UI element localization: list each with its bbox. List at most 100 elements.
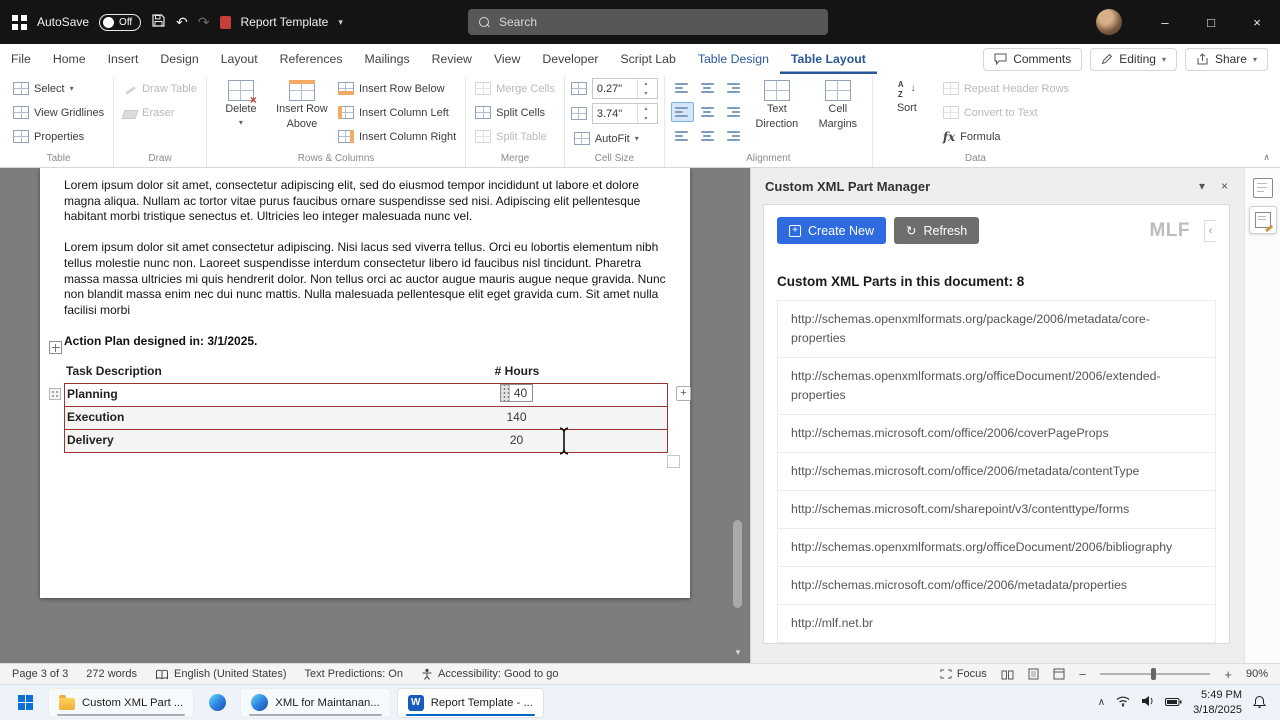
- document-title[interactable]: Report Template: [241, 15, 329, 29]
- tray-clock[interactable]: 5:49 PM 3/18/2025: [1193, 688, 1242, 717]
- tab-table-layout[interactable]: Table Layout: [780, 44, 877, 74]
- tab-insert[interactable]: Insert: [97, 44, 150, 74]
- zoom-in-button[interactable]: +: [1224, 668, 1232, 681]
- column-width-spinner[interactable]: ▴▾: [591, 103, 658, 124]
- align-top-center-button[interactable]: [696, 79, 719, 99]
- battery-icon[interactable]: [1165, 696, 1182, 710]
- paragraph-1[interactable]: Lorem ipsum dolor sit amet, consectetur …: [64, 178, 668, 225]
- content-control-handle-icon[interactable]: [500, 385, 510, 402]
- comments-button[interactable]: Comments: [983, 47, 1083, 71]
- editing-mode-button[interactable]: Editing ▾: [1090, 47, 1177, 71]
- tab-view[interactable]: View: [483, 44, 531, 74]
- header-task-description[interactable]: Task Description: [64, 364, 366, 380]
- action-plan-heading[interactable]: Action Plan designed in: 3/1/2025.: [64, 334, 668, 350]
- insert-row-above-button[interactable]: Insert Row Above: [274, 77, 330, 131]
- proofing-language[interactable]: English (United States): [155, 668, 287, 680]
- xml-part-item[interactable]: http://schemas.microsoft.com/office/2006…: [777, 452, 1216, 492]
- xml-part-item[interactable]: http://schemas.openxmlformats.org/packag…: [777, 300, 1216, 359]
- cell-margins-button[interactable]: Cell Margins: [810, 77, 866, 131]
- delete-button[interactable]: Delete▾: [213, 77, 269, 128]
- wifi-icon[interactable]: [1116, 695, 1130, 710]
- merge-cells-button[interactable]: Merge Cells: [472, 77, 558, 100]
- taskbar-item-custom-xml[interactable]: Custom XML Part ...: [48, 687, 195, 718]
- tab-developer[interactable]: Developer: [531, 44, 609, 74]
- notifications-icon[interactable]: [1253, 695, 1266, 711]
- row-drag-handle[interactable]: [49, 388, 61, 401]
- align-bottom-center-button[interactable]: [696, 125, 719, 145]
- split-cells-button[interactable]: Split Cells: [472, 101, 558, 124]
- column-width-input[interactable]: [592, 107, 637, 120]
- text-direction-button[interactable]: Text Direction: [749, 77, 805, 131]
- accessibility-status[interactable]: Accessibility: Good to go: [421, 668, 558, 680]
- document-canvas[interactable]: Lorem ipsum dolor sit amet, consectetur …: [0, 168, 750, 663]
- create-new-button[interactable]: + Create New: [777, 217, 886, 244]
- panel-close-icon[interactable]: ×: [1221, 179, 1228, 193]
- document-page[interactable]: Lorem ipsum dolor sit amet, consectetur …: [40, 168, 691, 598]
- tab-home[interactable]: Home: [42, 44, 97, 74]
- zoom-out-button[interactable]: −: [1079, 668, 1087, 681]
- scroll-down-icon[interactable]: ▾: [731, 645, 745, 659]
- tab-review[interactable]: Review: [421, 44, 483, 74]
- volume-icon[interactable]: [1141, 695, 1154, 710]
- insert-column-right-button[interactable]: Insert Column Right: [335, 125, 459, 148]
- panel-collapse-icon[interactable]: ‹: [1204, 219, 1216, 242]
- xml-part-item[interactable]: http://schemas.microsoft.com/sharepoint/…: [777, 490, 1216, 530]
- view-gridlines-button[interactable]: View Gridlines: [10, 101, 107, 124]
- web-layout-button[interactable]: [1053, 668, 1065, 680]
- xml-part-item[interactable]: http://schemas.microsoft.com/office/2006…: [777, 414, 1216, 454]
- align-center-button[interactable]: [696, 102, 719, 122]
- taskbar-edge-pinned[interactable]: [200, 688, 234, 718]
- header-hours[interactable]: # Hours: [366, 364, 668, 380]
- select-button[interactable]: Select ▾: [10, 77, 107, 100]
- zoom-slider-thumb[interactable]: [1150, 668, 1156, 680]
- maximize-button[interactable]: □: [1188, 0, 1234, 44]
- eraser-button[interactable]: Eraser: [120, 101, 200, 124]
- word-count[interactable]: 272 words: [86, 668, 137, 680]
- convert-to-text-button[interactable]: Convert to Text: [940, 101, 1072, 124]
- text-predictions[interactable]: Text Predictions: On: [305, 668, 403, 680]
- autosave-toggle[interactable]: Off: [99, 13, 142, 31]
- table-header-row[interactable]: Task Description # Hours: [64, 359, 668, 384]
- editor-pane-tab-button[interactable]: [1248, 206, 1277, 234]
- autofit-button[interactable]: AutoFit ▾: [571, 127, 658, 150]
- tab-design[interactable]: Design: [149, 44, 209, 74]
- hours-content-control[interactable]: 40: [499, 384, 534, 403]
- read-mode-button[interactable]: [1001, 669, 1014, 680]
- xml-part-item[interactable]: http://schemas.openxmlformats.org/office…: [777, 528, 1216, 568]
- split-table-button[interactable]: Split Table: [472, 125, 558, 148]
- properties-button[interactable]: Properties: [10, 125, 107, 148]
- tab-script-lab[interactable]: Script Lab: [609, 44, 686, 74]
- undo-icon[interactable]: ↶: [176, 15, 188, 29]
- tray-overflow-icon[interactable]: ∧: [1098, 697, 1105, 708]
- insert-row-below-button[interactable]: Insert Row Below: [335, 77, 459, 100]
- insert-column-left-button[interactable]: Insert Column Left: [335, 101, 459, 124]
- zoom-level[interactable]: 90%: [1246, 668, 1268, 680]
- task-table[interactable]: + Task Description # Hours Planning 40 E…: [49, 341, 691, 469]
- tab-references[interactable]: References: [269, 44, 354, 74]
- word-app-icon[interactable]: [12, 14, 27, 30]
- zoom-slider[interactable]: [1100, 668, 1211, 680]
- formula-button[interactable]: fx Formula: [940, 125, 1072, 148]
- table-move-handle[interactable]: [49, 341, 62, 355]
- xml-part-item[interactable]: http://schemas.openxmlformats.org/office…: [777, 357, 1216, 416]
- align-center-left-button[interactable]: [670, 102, 694, 122]
- title-dropdown-icon[interactable]: ▾: [338, 17, 343, 28]
- refresh-button[interactable]: ↻ Refresh: [894, 217, 980, 244]
- close-button[interactable]: ×: [1234, 0, 1280, 44]
- draw-table-button[interactable]: Draw Table: [120, 77, 200, 100]
- sort-button[interactable]: A Z ↓ Sort: [879, 77, 935, 115]
- user-avatar[interactable]: [1096, 9, 1122, 35]
- start-button[interactable]: [8, 688, 42, 718]
- row-height-input[interactable]: [592, 82, 637, 95]
- panel-options-icon[interactable]: ▾: [1199, 179, 1205, 193]
- table-row-planning[interactable]: Planning 40: [64, 383, 668, 408]
- row-height-arrows[interactable]: ▴ ▾: [636, 79, 654, 98]
- redo-icon[interactable]: ↷: [198, 15, 210, 29]
- vertical-scrollbar-thumb[interactable]: [733, 520, 742, 608]
- table-row-delivery[interactable]: Delivery 20: [64, 429, 668, 454]
- row-height-spinner[interactable]: ▴▾: [591, 78, 658, 99]
- tab-mailings[interactable]: Mailings: [354, 44, 421, 74]
- collapse-ribbon-icon[interactable]: ∧: [1263, 152, 1270, 163]
- insert-row-plus-button[interactable]: +: [676, 386, 691, 402]
- print-layout-button[interactable]: [1028, 668, 1039, 680]
